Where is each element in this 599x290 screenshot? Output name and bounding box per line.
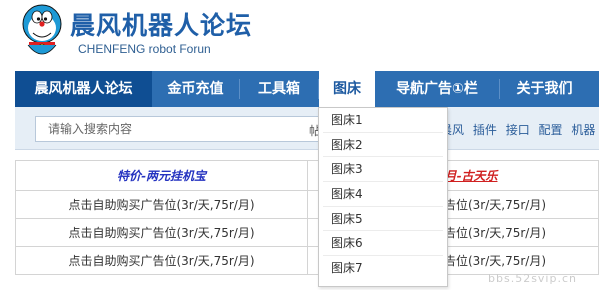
doraemon-logo-icon [22,4,62,55]
site-title: 晨风机器人论坛 [70,11,253,40]
nav-item-toolbox[interactable]: 工具箱 [240,71,318,107]
nav-item-recharge[interactable]: 金币充值 [152,71,239,107]
dropdown-item[interactable]: 图床7 [323,256,443,281]
table-row: 点击自助购买广告位(3r/天,75r/月) 点击自助购买广告位(3r/天,75r… [15,246,599,275]
nav-item-ad-nav[interactable]: 导航广告①栏 [375,71,499,107]
ad-cell[interactable]: 点击自助购买广告位(3r/天,75r/月) [15,218,308,247]
table-row: 点击自助购买广告位(3r/天,75r/月) 点击自助购买广告位(3r/天,75r… [15,218,599,247]
ad-cell[interactable]: 点击自助购买广告位(3r/天,75r/月) [15,190,308,219]
dropdown-item[interactable]: 图床5 [323,207,443,232]
nav-item-image-host[interactable]: 图床 [319,71,375,107]
table-row: 特价-两元挂机宝 贪玩蓝月-古天乐 [15,160,599,191]
hot-search-links: 晨风 插件 接口 配置 机器 [440,121,599,138]
image-host-dropdown: 图床1 图床2 图床3 图床4 图床5 图床6 图床7 [318,107,448,287]
dropdown-item[interactable]: 图床3 [323,157,443,183]
nav-item-home[interactable]: 晨风机器人论坛 [15,71,152,107]
hot-link[interactable]: 接口 [506,123,530,137]
hot-link[interactable]: 机器 [571,123,595,137]
hot-link[interactable]: 插件 [473,123,497,137]
ad-table: 特价-两元挂机宝 贪玩蓝月-古天乐 点击自助购买广告位(3r/天,75r/月) … [15,160,599,275]
table-row: 点击自助购买广告位(3r/天,75r/月) 点击自助购买广告位(3r/天,75r… [15,190,599,219]
dropdown-item[interactable]: 图床2 [323,133,443,158]
ad-cell[interactable]: 点击自助购买广告位(3r/天,75r/月) [15,246,308,275]
search-input[interactable] [35,116,335,142]
nav-item-about[interactable]: 关于我们 [500,71,589,107]
dropdown-item[interactable]: 图床4 [323,182,443,207]
site-subtitle: CHENFENG robot Forun [78,42,211,56]
ad-head-left[interactable]: 特价-两元挂机宝 [117,169,206,183]
watermark-text: bbs.52svip.cn [488,272,577,285]
dropdown-item[interactable]: 图床6 [323,231,443,257]
hot-link[interactable]: 配置 [539,123,563,137]
main-nav: 晨风机器人论坛 金币充值 工具箱 图床 导航广告①栏 关于我们 [15,71,599,107]
ad-cell[interactable]: 特价-两元挂机宝 [15,160,308,191]
search-bar: 帖 晨风 插件 接口 配置 机器 [15,107,599,150]
dropdown-item[interactable]: 图床1 [323,108,443,133]
